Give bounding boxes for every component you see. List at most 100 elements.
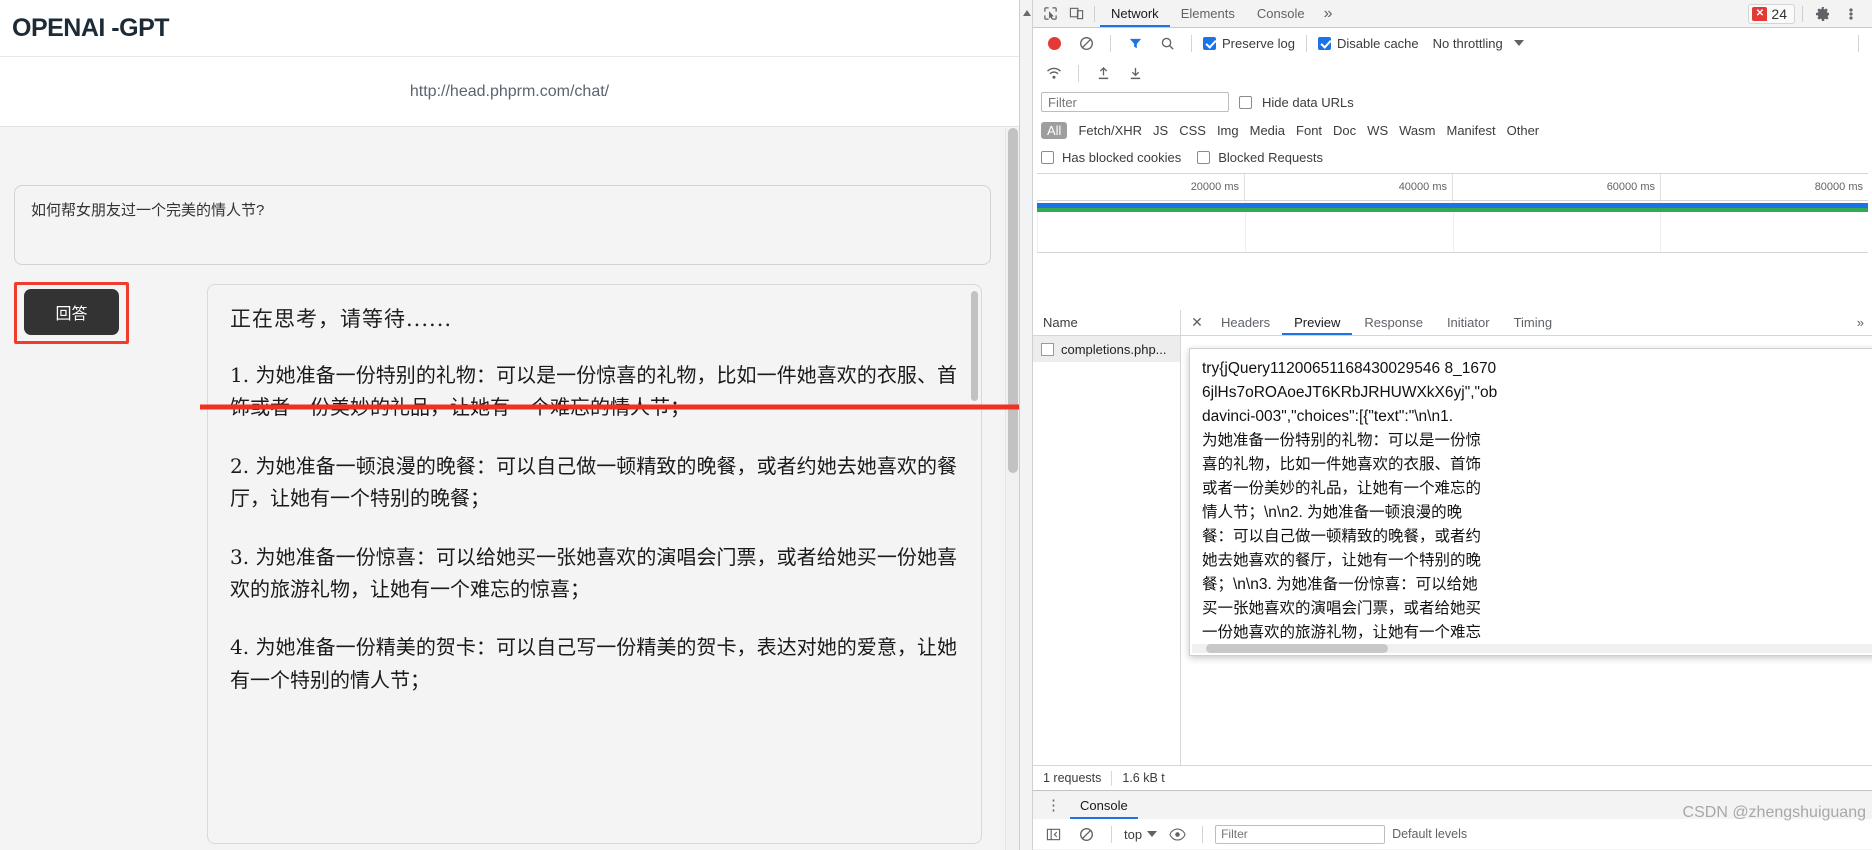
more-tabs-icon[interactable]: » (1316, 5, 1341, 23)
close-icon[interactable]: ✕ (1185, 314, 1209, 331)
detail-tab-timing[interactable]: Timing (1502, 310, 1565, 335)
blocked-requests-label: Blocked Requests (1218, 149, 1324, 165)
tab-network[interactable]: Network (1100, 0, 1170, 27)
export-har-icon[interactable] (1122, 61, 1148, 85)
console-toolbar: top Default levels (1033, 819, 1872, 849)
type-filter-js[interactable]: JS (1153, 123, 1168, 138)
console-levels-select[interactable]: Default levels (1392, 827, 1467, 841)
inspect-element-icon[interactable] (1037, 2, 1063, 26)
request-detail-tabs: ✕ Headers Preview Response Initiator Tim… (1181, 310, 1872, 336)
preserve-log-checkbox[interactable] (1203, 36, 1216, 50)
console-drawer: ⋮ Console top Def (1033, 790, 1872, 850)
page-scrollbar-thumb[interactable] (1008, 128, 1018, 473)
tabbar-divider-2 (1802, 5, 1803, 22)
console-context-label: top (1124, 826, 1143, 842)
filter-row: Hide data URLs (1033, 88, 1872, 116)
filter-icon[interactable] (1122, 31, 1148, 55)
request-row[interactable]: completions.php... (1033, 336, 1180, 362)
network-split-view: Name completions.php... ✕ Headers Previe… (1033, 310, 1872, 765)
network-toolbar-row-1: Preserve log Disable cache No throttling (1033, 28, 1872, 58)
detail-tab-preview[interactable]: Preview (1282, 310, 1353, 335)
record-icon[interactable] (1041, 31, 1067, 55)
tab-console[interactable]: Console (1246, 0, 1316, 27)
toolbar-divider-3 (1305, 34, 1307, 52)
disable-cache-label: Disable cache (1336, 35, 1419, 51)
hide-data-urls-label: Hide data URLs (1262, 94, 1354, 110)
devtools-panel: Network Elements Console » ✕ 24 Preserve… (1019, 0, 1872, 850)
search-icon[interactable] (1154, 31, 1180, 55)
ask-button[interactable]: 回答 (24, 289, 119, 335)
throttling-select[interactable]: No throttling (1433, 36, 1503, 51)
type-filter-doc[interactable]: Doc (1333, 123, 1356, 138)
blocked-requests-checkbox[interactable] (1197, 150, 1211, 164)
answer-row: 回答 正在思考，请等待...... 1. 为她准备一份特别的礼物：可以是一份惊喜… (14, 282, 1005, 844)
more-options-icon[interactable] (1838, 2, 1864, 26)
clear-icon[interactable] (1073, 31, 1099, 55)
page-body: 回答 正在思考，请等待...... 1. 为她准备一份特别的礼物：可以是一份惊喜… (0, 185, 1019, 844)
prompt-input[interactable] (14, 185, 991, 265)
transferred-size-label: 1.6 kB t (1122, 771, 1165, 785)
type-filter-media[interactable]: Media (1250, 123, 1285, 138)
request-row-name: completions.php... (1061, 341, 1167, 357)
timeline-ruler: 20000 ms 40000 ms 60000 ms 80000 ms (1037, 173, 1868, 201)
page-header: OPENAI -GPT (0, 0, 1019, 57)
type-filter-other[interactable]: Other (1507, 123, 1540, 138)
type-filter-wasm[interactable]: Wasm (1399, 123, 1435, 138)
network-waterfall-overview (1037, 201, 1868, 253)
request-row-icon (1041, 342, 1054, 356)
type-filter-font[interactable]: Font (1296, 123, 1322, 138)
console-drawer-tabbar: ⋮ Console (1033, 791, 1872, 819)
preserve-log-label: Preserve log (1222, 35, 1295, 51)
console-filter-input[interactable] (1215, 824, 1386, 844)
console-divider-1 (1111, 825, 1112, 843)
console-sidebar-icon[interactable] (1040, 822, 1066, 846)
type-filter-fetch-xhr[interactable]: Fetch/XHR (1078, 123, 1142, 138)
detail-tab-headers[interactable]: Headers (1209, 310, 1282, 335)
answer-item-4: 4. 为她准备一份精美的贺卡：可以自己写一份精美的贺卡，表达对她的爱意，让她有一… (230, 635, 957, 692)
answer-scrollbar-thumb[interactable] (971, 291, 978, 401)
toolbar-divider-2 (1191, 34, 1192, 52)
detail-tab-initiator[interactable]: Initiator (1435, 310, 1502, 335)
has-blocked-cookies-checkbox[interactable] (1041, 150, 1054, 164)
answer-item-1: 1. 为她准备一份特别的礼物：可以是一份惊喜的礼物，比如一件她喜欢的衣服、首饰或… (230, 363, 957, 420)
devtools-tabbar: Network Elements Console » ✕ 24 (1033, 0, 1872, 28)
page-scrollbar[interactable] (1005, 128, 1019, 850)
drawer-tab-console[interactable]: Console (1070, 792, 1138, 819)
import-har-icon[interactable] (1090, 61, 1116, 85)
devtools-main: Network Elements Console » ✕ 24 Preserve… (1033, 0, 1872, 850)
request-detail-pane: ✕ Headers Preview Response Initiator Tim… (1181, 310, 1872, 765)
page-title: OPENAI -GPT (12, 13, 170, 42)
preview-horizontal-thumb[interactable] (1206, 644, 1388, 653)
resource-type-filters: All Fetch/XHR JS CSS Img Media Font Doc … (1033, 116, 1872, 144)
waterfall-bar-green (1037, 208, 1868, 212)
type-filter-img[interactable]: Img (1217, 123, 1239, 138)
gear-icon[interactable] (1810, 2, 1836, 26)
console-clear-icon[interactable] (1073, 822, 1099, 846)
type-filter-ws[interactable]: WS (1367, 123, 1388, 138)
type-filter-all[interactable]: All (1041, 121, 1068, 139)
drawer-more-options-icon[interactable]: ⋮ (1038, 796, 1070, 814)
network-filter-input[interactable] (1041, 92, 1229, 112)
device-toolbar-icon[interactable] (1063, 2, 1089, 26)
collapse-caret-icon[interactable] (1023, 10, 1031, 16)
disable-cache-checkbox[interactable] (1317, 36, 1331, 50)
hide-data-urls-checkbox[interactable] (1239, 95, 1252, 109)
tab-elements[interactable]: Elements (1170, 0, 1246, 27)
preview-horizontal-scrollbar[interactable] (1192, 644, 1872, 653)
type-filter-manifest[interactable]: Manifest (1446, 123, 1495, 138)
type-filter-css[interactable]: CSS (1179, 123, 1206, 138)
detail-more-tabs-icon[interactable]: » (1849, 315, 1872, 330)
error-count-badge[interactable]: ✕ 24 (1748, 3, 1795, 24)
chevron-down-icon[interactable] (1513, 40, 1524, 46)
console-eye-icon[interactable] (1164, 822, 1190, 846)
console-context-select[interactable]: top (1124, 826, 1158, 842)
devtools-resize-gutter[interactable] (1020, 0, 1033, 850)
detail-tab-response[interactable]: Response (1352, 310, 1435, 335)
url-strip: http://head.phprm.com/chat/ (0, 57, 1019, 127)
web-page-pane: OPENAI -GPT http://head.phprm.com/chat/ … (0, 0, 1019, 850)
request-list-header: Name (1033, 310, 1180, 336)
thinking-status: 正在思考，请等待...... (230, 307, 453, 331)
tabbar-divider (1094, 5, 1095, 22)
tabbar-right-group: ✕ 24 (1748, 2, 1868, 26)
network-conditions-icon[interactable] (1041, 61, 1067, 85)
